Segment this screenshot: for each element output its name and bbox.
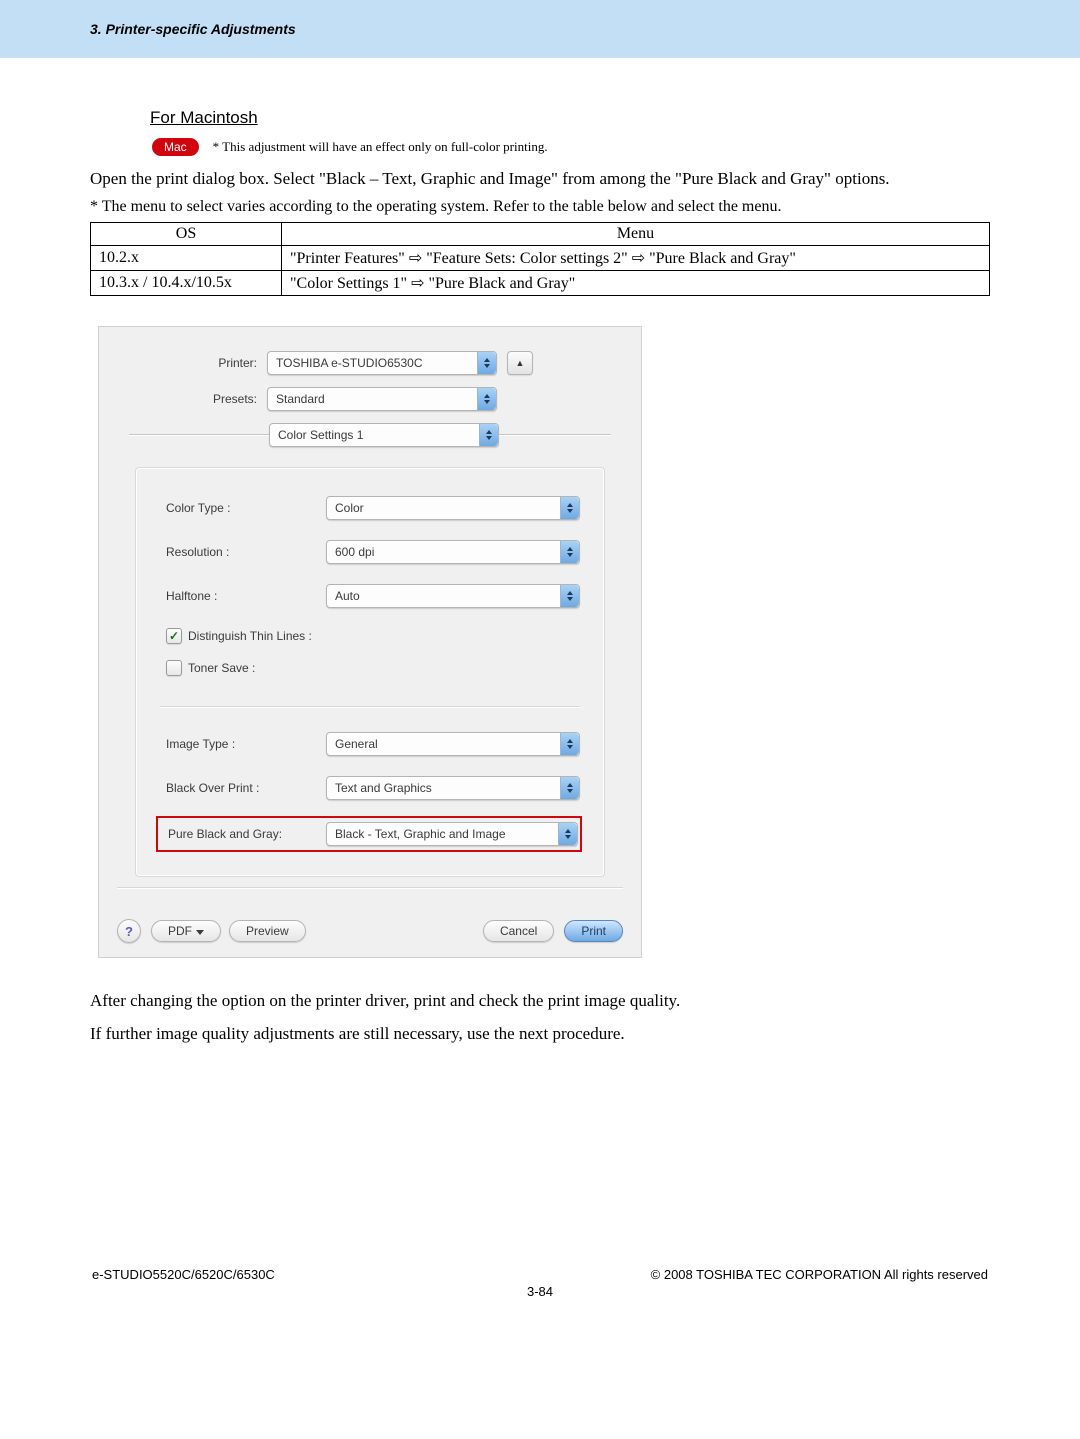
menu-table: OS Menu 10.2.x "Printer Features" ⇨ "Fea… — [90, 222, 990, 296]
distinguish-checkbox[interactable]: ✓ — [166, 628, 182, 644]
cancel-label: Cancel — [500, 924, 537, 938]
chevron-updown-icon — [479, 424, 498, 446]
page-number: 3-84 — [90, 1284, 990, 1299]
image-type-label: Image Type : — [160, 737, 326, 751]
paragraph-2: After changing the option on the printer… — [90, 988, 990, 1014]
pure-black-label: Pure Black and Gray: — [162, 827, 326, 841]
help-icon: ? — [125, 924, 133, 939]
section-heading: For Macintosh — [150, 108, 990, 128]
table-row: 10.3.x / 10.4.x/10.5x "Color Settings 1"… — [91, 271, 990, 296]
cancel-button[interactable]: Cancel — [483, 920, 554, 942]
note-1: * The menu to select varies according to… — [90, 198, 990, 216]
settings-group: Color Type : Color Resolution : 600 dpi … — [135, 467, 605, 877]
resolution-select[interactable]: 600 dpi — [326, 540, 580, 564]
black-over-select[interactable]: Text and Graphics — [326, 776, 580, 800]
print-label: Print — [581, 924, 606, 938]
cell-os: 10.2.x — [91, 246, 282, 271]
paragraph-3: If further image quality adjustments are… — [90, 1021, 990, 1047]
cell-os: 10.3.x / 10.4.x/10.5x — [91, 271, 282, 296]
chevron-updown-icon — [477, 388, 496, 410]
chapter-title: 3. Printer-specific Adjustments — [90, 21, 296, 37]
toner-checkbox[interactable] — [166, 660, 182, 676]
chevron-updown-icon — [477, 352, 496, 374]
cell-menu: "Printer Features" ⇨ "Feature Sets: Colo… — [282, 246, 990, 271]
footer: e-STUDIO5520C/6520C/6530C © 2008 TOSHIBA… — [90, 1267, 990, 1282]
lock-button[interactable]: ▲ — [507, 351, 533, 375]
chevron-updown-icon — [560, 497, 579, 519]
chevron-updown-icon — [560, 541, 579, 563]
lock-icon-triangle: ▲ — [516, 358, 525, 368]
image-type-value: General — [335, 737, 560, 751]
toner-row[interactable]: Toner Save : — [160, 660, 580, 676]
distinguish-row[interactable]: ✓ Distinguish Thin Lines : — [160, 628, 580, 644]
dialog-divider — [117, 887, 623, 889]
dialog-button-bar: ? PDF Preview Cancel Print — [99, 905, 641, 957]
image-type-select[interactable]: General — [326, 732, 580, 756]
color-type-select[interactable]: Color — [326, 496, 580, 520]
color-type-value: Color — [335, 501, 560, 515]
presets-value: Standard — [276, 392, 477, 406]
pane-value: Color Settings 1 — [278, 428, 479, 442]
black-over-label: Black Over Print : — [160, 781, 326, 795]
preview-label: Preview — [246, 924, 289, 938]
halftone-select[interactable]: Auto — [326, 584, 580, 608]
cell-menu: "Color Settings 1" ⇨ "Pure Black and Gra… — [282, 271, 990, 296]
presets-row: Presets: Standard — [117, 387, 623, 411]
resolution-value: 600 dpi — [335, 545, 560, 559]
pane-select[interactable]: Color Settings 1 — [269, 423, 499, 447]
presets-select[interactable]: Standard — [267, 387, 497, 411]
mac-note-row: Mac * This adjustment will have an effec… — [152, 138, 990, 156]
pure-black-select[interactable]: Black - Text, Graphic and Image — [326, 822, 578, 846]
halftone-label: Halftone : — [160, 589, 326, 603]
halftone-value: Auto — [335, 589, 560, 603]
print-button[interactable]: Print — [564, 920, 623, 942]
printer-select[interactable]: TOSHIBA e-STUDIO6530C — [267, 351, 497, 375]
pure-black-value: Black - Text, Graphic and Image — [335, 827, 558, 841]
printer-value: TOSHIBA e-STUDIO6530C — [276, 356, 477, 370]
footer-left: e-STUDIO5520C/6520C/6530C — [92, 1267, 275, 1282]
pdf-button[interactable]: PDF — [151, 920, 221, 942]
chevron-updown-icon — [560, 777, 579, 799]
chevron-updown-icon — [560, 585, 579, 607]
mac-badge: Mac — [152, 138, 199, 156]
mac-note-text: * This adjustment will have an effect on… — [213, 139, 548, 155]
printer-label: Printer: — [117, 356, 267, 370]
toner-label: Toner Save : — [188, 661, 255, 675]
chapter-header: 3. Printer-specific Adjustments — [0, 0, 1080, 58]
color-type-label: Color Type : — [160, 501, 326, 515]
black-over-value: Text and Graphics — [335, 781, 560, 795]
preview-button[interactable]: Preview — [229, 920, 306, 942]
chevron-updown-icon — [560, 733, 579, 755]
table-row: 10.2.x "Printer Features" ⇨ "Feature Set… — [91, 246, 990, 271]
table-header-menu: Menu — [282, 223, 990, 246]
help-button[interactable]: ? — [117, 919, 141, 943]
pure-black-row-highlight: Pure Black and Gray: Black - Text, Graph… — [156, 816, 582, 852]
resolution-label: Resolution : — [160, 545, 326, 559]
pdf-label: PDF — [168, 924, 192, 938]
group-divider — [160, 706, 580, 708]
print-dialog: Printer: TOSHIBA e-STUDIO6530C ▲ Presets… — [98, 326, 642, 958]
presets-label: Presets: — [117, 392, 267, 406]
pane-divider: Color Settings 1 — [129, 423, 611, 447]
chevron-updown-icon — [558, 823, 577, 845]
footer-right: © 2008 TOSHIBA TEC CORPORATION All right… — [651, 1267, 988, 1282]
table-header-os: OS — [91, 223, 282, 246]
chevron-down-icon — [196, 930, 204, 935]
distinguish-label: Distinguish Thin Lines : — [188, 629, 312, 643]
paragraph-1: Open the print dialog box. Select "Black… — [90, 166, 990, 192]
printer-row: Printer: TOSHIBA e-STUDIO6530C ▲ — [117, 351, 623, 375]
